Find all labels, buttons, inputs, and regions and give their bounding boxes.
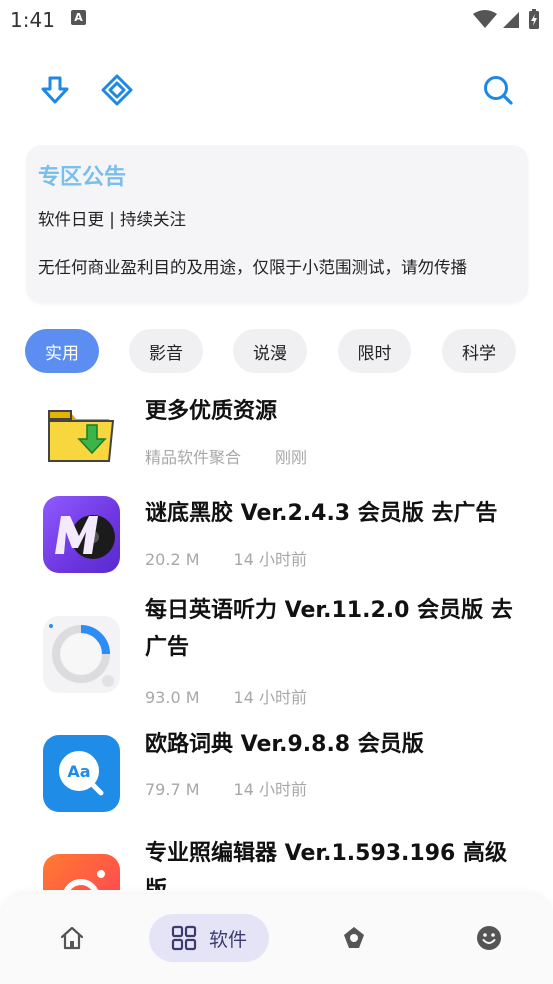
compass-icon: [344, 927, 364, 948]
list-item[interactable]: 专业照编辑器 Ver.1.593.196 高级版: [0, 838, 553, 890]
item-meta: 20.2 M 14 小时前: [145, 546, 307, 570]
list-item[interactable]: 谜底黑胶 Ver.2.4.3 会员版 去广告 20.2 M 14 小时前: [0, 490, 553, 602]
diamond-grid-icon[interactable]: [95, 68, 139, 112]
listening-ring-icon: [43, 616, 120, 693]
home-icon: [60, 926, 84, 950]
svg-text:Aa: Aa: [67, 762, 90, 781]
item-title: 更多优质资源: [145, 399, 278, 424]
photo-editor-icon: [43, 854, 120, 890]
item-meta: 93.0 M 14 小时前: [145, 684, 307, 708]
item-meta: 精品软件聚合 刚刚: [145, 444, 307, 468]
download-arrow-icon[interactable]: [33, 68, 77, 112]
item-title: 谜底黑胶 Ver.2.4.3 会员版 去广告: [145, 501, 498, 526]
item-time: 14 小时前: [233, 780, 307, 799]
nav-discover[interactable]: [330, 914, 378, 962]
category-chip-media[interactable]: 影音: [129, 329, 203, 373]
category-chip-limited[interactable]: 限时: [338, 329, 411, 373]
category-chip-practical[interactable]: 实用: [25, 329, 99, 373]
list-item[interactable]: 更多优质资源 精品软件聚合 刚刚: [0, 390, 553, 490]
grid-icon: [171, 925, 197, 951]
category-chip-comics[interactable]: 说漫: [233, 329, 307, 373]
notice-line-2: 无任何商业盈利目的及用途，仅限于小范围测试，请勿传播: [38, 258, 467, 277]
category-chip-science[interactable]: 科学: [442, 329, 516, 373]
nav-home[interactable]: [48, 914, 96, 962]
status-time: 1:41: [10, 8, 55, 32]
item-size: 精品软件聚合: [145, 448, 242, 467]
notice-title: 专区公告: [38, 165, 127, 190]
item-time: 刚刚: [275, 448, 308, 467]
item-title: 每日英语听力 Ver.11.2.0 会员版 去广告: [145, 598, 513, 660]
item-title: 专业照编辑器 Ver.1.593.196 高级版: [145, 841, 508, 890]
app-list: 更多优质资源 精品软件聚合 刚刚 谜底黑胶 Ver.2.4.3 会员版 去广告 2…: [0, 390, 553, 890]
vinyl-m-icon: [43, 496, 120, 573]
notification-a-icon: A: [71, 10, 86, 25]
top-toolbar: [0, 68, 553, 116]
search-icon[interactable]: [476, 68, 520, 112]
item-size: 93.0 M: [145, 688, 200, 707]
category-tabs: 实用 影音 说漫 限时 科学: [24, 329, 553, 373]
item-time: 14 小时前: [233, 550, 307, 569]
notice-line-1: 软件日更 | 持续关注: [38, 210, 187, 229]
item-size: 79.7 M: [145, 780, 200, 799]
folder-download-icon: [43, 395, 120, 472]
bottom-nav: 软件: [0, 894, 553, 984]
nav-software[interactable]: 软件: [149, 914, 269, 962]
dictionary-aa-icon: Aa: [43, 735, 120, 812]
list-item[interactable]: 每日英语听力 Ver.11.2.0 会员版 去广告 93.0 M 14 小时前: [0, 596, 553, 732]
nav-software-label: 软件: [208, 928, 247, 951]
item-time: 14 小时前: [233, 688, 307, 707]
item-size: 20.2 M: [145, 550, 200, 569]
status-signal-battery-icons: [473, 9, 539, 29]
list-item[interactable]: Aa 欧路词典 Ver.9.8.8 会员版 79.7 M 14 小时前: [0, 732, 553, 838]
notice-card: 专区公告 软件日更 | 持续关注 无任何商业盈利目的及用途，仅限于小范围测试，请…: [26, 145, 528, 303]
item-title: 欧路词典 Ver.9.8.8 会员版: [145, 732, 424, 757]
nav-profile[interactable]: [465, 914, 513, 962]
item-meta: 79.7 M 14 小时前: [145, 776, 307, 800]
smiley-icon: [477, 926, 501, 950]
status-bar: 1:41 A: [0, 0, 553, 40]
